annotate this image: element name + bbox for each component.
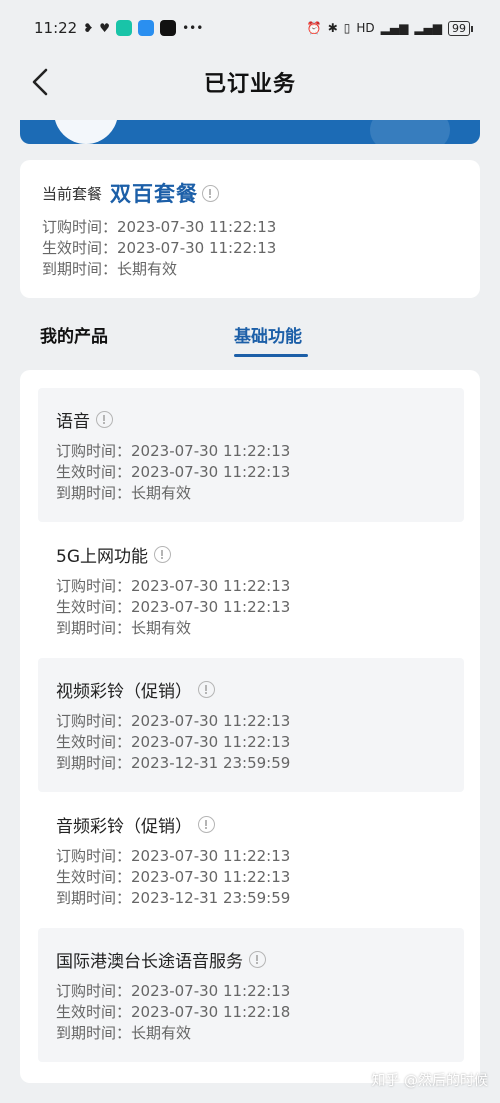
- plan-effective-time: 生效时间：2023-07-30 11:22:13: [42, 239, 277, 257]
- plan-order-time: 订购时间：2023-07-30 11:22:13: [42, 218, 277, 236]
- heart-icon: ♥: [99, 21, 111, 35]
- feature-order-time: 订购时间：2023-07-30 11:22:13: [56, 577, 291, 595]
- link-icon: ❥: [83, 21, 94, 35]
- feature-title: 音频彩铃（促销）: [56, 811, 446, 837]
- feature-effective-time: 生效时间：2023-07-30 11:22:13: [56, 463, 291, 481]
- feature-title: 国际港澳台长途语音服务: [56, 946, 446, 972]
- info-icon[interactable]: [198, 680, 215, 698]
- plan-header: 当前套餐 双百套餐: [42, 178, 458, 208]
- plan-details: 订购时间：2023-07-30 11:22:13 生效时间：2023-07-30…: [42, 217, 458, 280]
- feature-expiry-time: 到期时间：长期有效: [56, 484, 192, 502]
- info-icon[interactable]: [249, 950, 266, 968]
- feature-effective-time: 生效时间：2023-07-30 11:22:13: [56, 733, 291, 751]
- feature-effective-time: 生效时间：2023-07-30 11:22:13: [56, 598, 291, 616]
- feature-order-time: 订购时间：2023-07-30 11:22:13: [56, 712, 291, 730]
- banner-avatar: [54, 120, 118, 144]
- feature-details: 订购时间：2023-07-30 11:22:13 生效时间：2023-07-30…: [56, 441, 446, 504]
- feature-details: 订购时间：2023-07-30 11:22:13 生效时间：2023-07-30…: [56, 576, 446, 639]
- feature-expiry-time: 到期时间：2023-12-31 23:59:59: [56, 889, 291, 907]
- more-icon: •••: [182, 21, 204, 35]
- feature-order-time: 订购时间：2023-07-30 11:22:13: [56, 442, 291, 460]
- feature-title: 5G上网功能: [56, 541, 446, 567]
- feature-expiry-time: 到期时间：2023-12-31 23:59:59: [56, 754, 291, 772]
- list-item: 语音 订购时间：2023-07-30 11:22:13 生效时间：2023-07…: [38, 388, 464, 522]
- feature-expiry-time: 到期时间：长期有效: [56, 619, 192, 637]
- feature-details: 订购时间：2023-07-30 11:22:13 生效时间：2023-07-30…: [56, 981, 446, 1044]
- active-tab-indicator: [234, 354, 308, 357]
- nav-bar: 已订业务: [0, 56, 500, 108]
- status-left: 11:22 ❥ ♥ •••: [34, 19, 203, 37]
- list-item: 视频彩铃（促销） 订购时间：2023-07-30 11:22:13 生效时间：2…: [38, 658, 464, 792]
- feature-expiry-time: 到期时间：长期有效: [56, 1024, 192, 1042]
- alarm-icon: ⏰: [306, 21, 322, 35]
- feature-effective-time: 生效时间：2023-07-30 11:22:18: [56, 1003, 291, 1021]
- signal-icon-2: ▂▄▆: [414, 21, 442, 35]
- list-item: 5G上网功能 订购时间：2023-07-30 11:22:13 生效时间：202…: [38, 523, 464, 657]
- hd-icon: HD: [356, 21, 375, 35]
- banner-decoration: [370, 120, 450, 144]
- tab-basic-functions[interactable]: 基础功能: [234, 322, 302, 347]
- feature-order-time: 订购时间：2023-07-30 11:22:13: [56, 847, 291, 865]
- feature-details: 订购时间：2023-07-30 11:22:13 生效时间：2023-07-30…: [56, 846, 446, 909]
- status-bar: 11:22 ❥ ♥ ••• ⏰ ✱ ▯ HD ▂▄▆ ▂▄▆ 99: [0, 0, 500, 56]
- feature-effective-time: 生效时间：2023-07-30 11:22:13: [56, 868, 291, 886]
- status-time: 11:22: [34, 19, 78, 37]
- tab-my-products[interactable]: 我的产品: [40, 322, 108, 347]
- plan-banner: [20, 120, 480, 144]
- list-item: 音频彩铃（促销） 订购时间：2023-07-30 11:22:13 生效时间：2…: [38, 793, 464, 927]
- signal-icon-1: ▂▄▆: [380, 21, 409, 35]
- info-icon[interactable]: [96, 410, 113, 428]
- page-title: 已订业务: [203, 72, 296, 97]
- chevron-left-icon: [32, 68, 48, 96]
- battery-icon: 99: [448, 20, 473, 36]
- app-icon-blue: [138, 20, 155, 36]
- vibrate-icon: ▯: [343, 21, 351, 35]
- tab-bar: 我的产品 基础功能: [20, 310, 480, 358]
- tiktok-icon: [160, 20, 177, 36]
- info-icon[interactable]: [202, 184, 220, 202]
- plan-expiry-time: 到期时间：长期有效: [42, 260, 178, 278]
- back-button[interactable]: [24, 66, 56, 98]
- info-icon[interactable]: [154, 545, 171, 563]
- watermark: 知乎 @然后的时候: [371, 1073, 488, 1089]
- bluetooth-icon: ✱: [327, 21, 338, 35]
- current-plan-card: 当前套餐 双百套餐 订购时间：2023-07-30 11:22:13 生效时间：…: [20, 160, 480, 298]
- info-icon[interactable]: [198, 815, 215, 833]
- app-icon-green: [116, 20, 133, 36]
- feature-title: 语音: [56, 406, 446, 432]
- feature-order-time: 订购时间：2023-07-30 11:22:13: [56, 982, 291, 1000]
- status-right: ⏰ ✱ ▯ HD ▂▄▆ ▂▄▆ 99: [306, 20, 473, 36]
- list-item: 国际港澳台长途语音服务 订购时间：2023-07-30 11:22:13 生效时…: [38, 928, 464, 1062]
- plan-name[interactable]: 双百套餐: [110, 178, 198, 208]
- feature-details: 订购时间：2023-07-30 11:22:13 生效时间：2023-07-30…: [56, 711, 446, 774]
- plan-label: 当前套餐: [42, 184, 103, 203]
- feature-title: 视频彩铃（促销）: [56, 676, 446, 702]
- feature-list: 语音 订购时间：2023-07-30 11:22:13 生效时间：2023-07…: [20, 370, 480, 1083]
